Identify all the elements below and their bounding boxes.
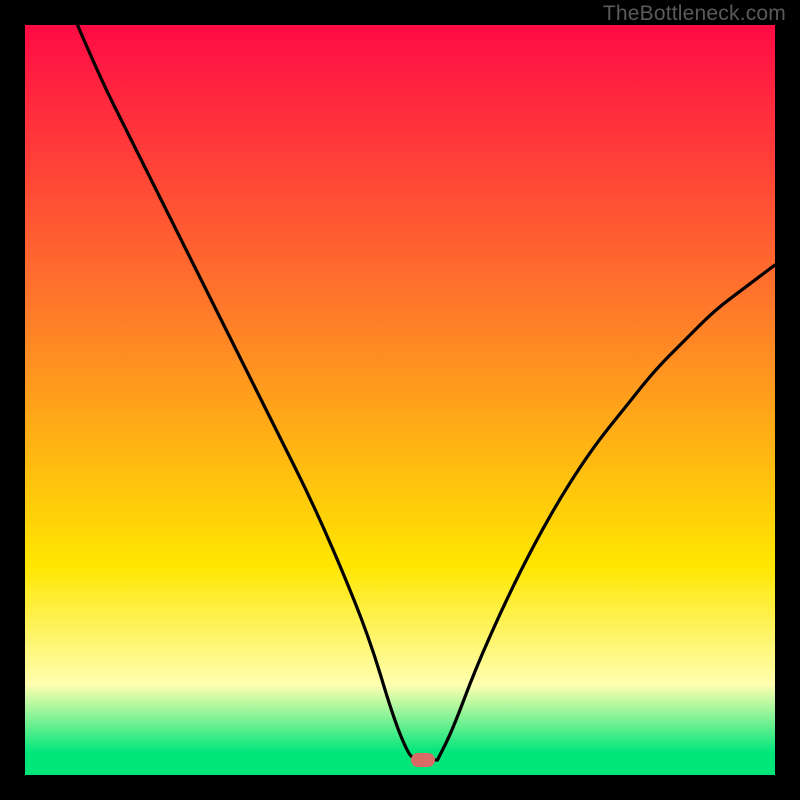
watermark-text: TheBottleneck.com (603, 2, 786, 26)
chart-frame: TheBottleneck.com (0, 0, 800, 800)
optimal-point-marker (411, 753, 435, 767)
plot-area (25, 25, 775, 775)
bottleneck-curve (25, 25, 775, 775)
